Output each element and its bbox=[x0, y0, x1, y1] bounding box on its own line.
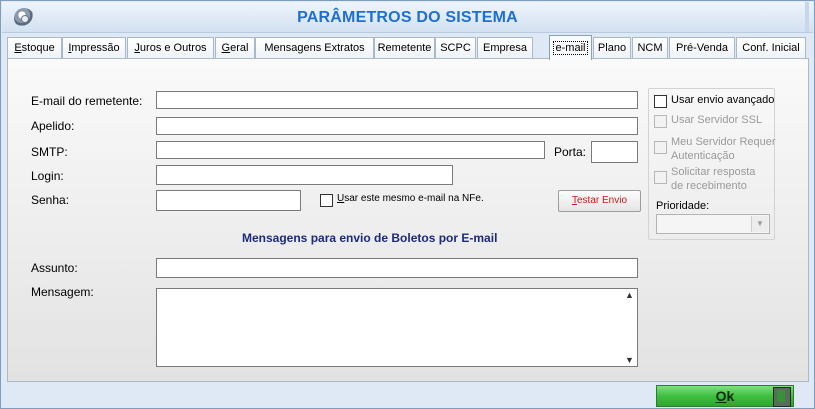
tab-ncm[interactable]: NCM bbox=[632, 37, 668, 59]
use-ssl-checkbox[interactable]: Usar Servidor SSL bbox=[654, 114, 762, 128]
use-advanced-send-checkbox[interactable]: Usar envio avançado bbox=[654, 94, 774, 108]
port-input[interactable] bbox=[591, 141, 638, 163]
same-email-nfe-label: Usar este mesmo e-mail na NFe. bbox=[337, 193, 484, 204]
tab-remetente[interactable]: Remetente bbox=[374, 37, 435, 59]
request-receipt-label: Solicitar resposta de recebimento bbox=[671, 166, 756, 192]
tab-mensagens-extratos[interactable]: Mensagens Extratos bbox=[255, 37, 374, 59]
requires-auth-checkbox[interactable]: Meu Servidor Requer Autenticação bbox=[654, 135, 776, 163]
sender-email-label: E-mail do remetente: bbox=[31, 94, 143, 108]
tab-strip: Estoque Impressão Juros e Outros Geral M… bbox=[7, 35, 807, 60]
exit-door-icon bbox=[773, 387, 791, 407]
tab-pre-venda[interactable]: Pré-Venda bbox=[669, 37, 735, 59]
tab-conf-inicial[interactable]: Conf. Inicial bbox=[736, 37, 806, 59]
message-label: Mensagem: bbox=[31, 285, 94, 299]
same-email-nfe-checkbox[interactable]: Usar este mesmo e-mail na NFe. bbox=[320, 193, 484, 207]
tab-geral[interactable]: Geral bbox=[215, 37, 255, 59]
request-receipt-checkbox[interactable]: Solicitar resposta de recebimento bbox=[654, 165, 755, 193]
title-bar: PARÂMETROS DO SISTEMA bbox=[2, 2, 813, 33]
tab-estoque[interactable]: Estoque bbox=[7, 37, 62, 59]
smtp-label: SMTP: bbox=[31, 145, 68, 159]
tab-empresa[interactable]: Empresa bbox=[477, 37, 533, 59]
sender-email-input[interactable] bbox=[156, 91, 638, 109]
use-advanced-send-label: Usar envio avançado bbox=[671, 94, 775, 106]
ok-button[interactable]: Ok bbox=[656, 385, 794, 407]
title-bar-edge bbox=[805, 2, 809, 32]
boletos-section-title: Mensagens para envio de Boletos por E-ma… bbox=[242, 231, 498, 245]
same-email-nfe-box[interactable] bbox=[320, 194, 333, 207]
window-title: PARÂMETROS DO SISTEMA bbox=[297, 9, 518, 26]
test-send-button[interactable]: Testar Envio bbox=[558, 190, 641, 212]
tab-juros-e-outros[interactable]: Juros e Outros bbox=[127, 37, 214, 59]
login-label: Login: bbox=[31, 169, 64, 183]
request-receipt-box[interactable] bbox=[654, 171, 667, 184]
chevron-down-icon[interactable]: ▼ bbox=[751, 216, 768, 232]
nickname-input[interactable] bbox=[156, 117, 638, 135]
priority-select[interactable]: ▼ bbox=[656, 214, 770, 234]
tab-email[interactable]: e-mail bbox=[549, 35, 592, 60]
message-box: ▲ ▼ bbox=[156, 288, 638, 367]
nickname-label: Apelido: bbox=[31, 119, 75, 133]
smtp-input[interactable] bbox=[156, 141, 545, 159]
subject-input[interactable] bbox=[156, 258, 638, 278]
login-input[interactable] bbox=[156, 165, 453, 185]
use-ssl-box[interactable] bbox=[654, 115, 667, 128]
use-ssl-label: Usar Servidor SSL bbox=[671, 114, 763, 126]
password-label: Senha: bbox=[31, 193, 70, 207]
subject-label: Assunto: bbox=[31, 261, 78, 275]
message-scrollbar[interactable]: ▲ ▼ bbox=[623, 289, 637, 366]
password-input[interactable] bbox=[156, 190, 301, 211]
parameters-window: PARÂMETROS DO SISTEMA Estoque Impressão … bbox=[0, 0, 815, 409]
priority-label: Prioridade: bbox=[656, 200, 710, 212]
tab-scpc[interactable]: SCPC bbox=[435, 37, 476, 59]
message-textarea[interactable] bbox=[156, 288, 638, 367]
arrow-down-icon[interactable]: ▼ bbox=[625, 355, 634, 365]
requires-auth-box[interactable] bbox=[654, 141, 667, 154]
requires-auth-label: Meu Servidor Requer Autenticação bbox=[671, 136, 776, 162]
arrow-up-icon[interactable]: ▲ bbox=[625, 290, 634, 300]
use-advanced-send-box[interactable] bbox=[654, 95, 667, 108]
tab-plano[interactable]: Plano bbox=[593, 37, 631, 59]
port-label: Porta: bbox=[554, 145, 587, 159]
tab-impressao[interactable]: Impressão bbox=[62, 37, 126, 59]
